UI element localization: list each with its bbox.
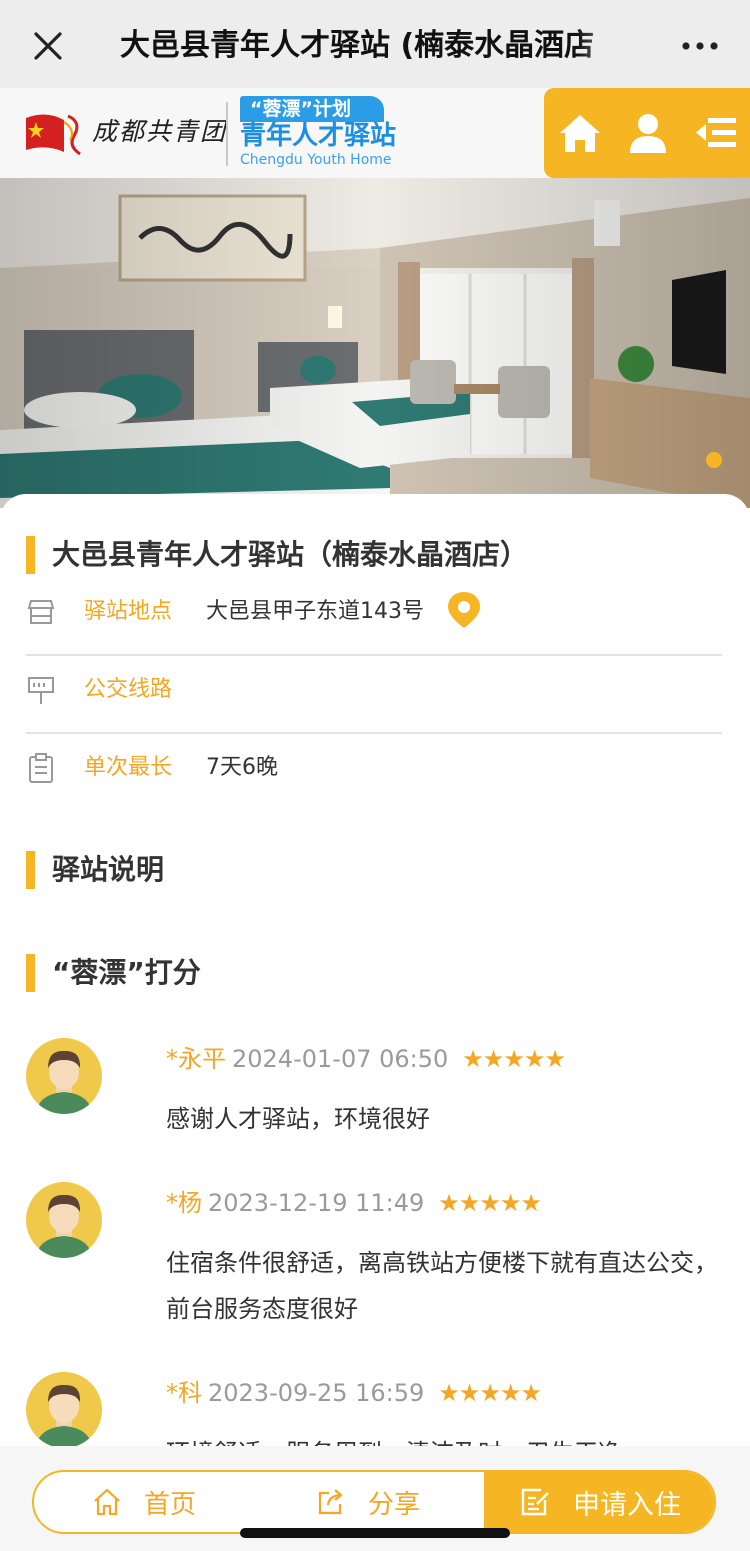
home-icon[interactable] xyxy=(558,112,602,154)
menu-icon[interactable] xyxy=(694,112,738,154)
home-outline-icon xyxy=(94,1488,120,1516)
star-rating: ★★★★★ xyxy=(438,1189,542,1217)
max-stay-row: 单次最长 7天6晚 xyxy=(26,734,722,812)
rating-title: “蓉漂”打分 xyxy=(52,956,201,989)
review-text: 住宿条件很舒适，离高铁站方便楼下就有直达公交，前台服务态度很好 xyxy=(166,1249,718,1323)
reviewer-name: *科 xyxy=(166,1379,202,1407)
apply-checkin-button[interactable]: 申请入住 xyxy=(484,1472,714,1532)
home-button[interactable]: 首页 xyxy=(92,1472,196,1532)
location-row: 驿站地点 大邑县甲子东道143号 xyxy=(26,578,722,656)
avatar xyxy=(26,1182,102,1258)
hotel-name: 大邑县青年人才驿站（楠泰水晶酒店） xyxy=(52,538,529,571)
review-time: 2023-12-19 11:49 xyxy=(208,1189,425,1217)
station-brand-english: Chengdu Youth Home xyxy=(240,152,392,168)
plan-badge: “蓉漂”计划 xyxy=(240,96,384,122)
review-header: *科 2023-09-25 16:59 ★★★★★ xyxy=(166,1376,542,1410)
bus-route-row[interactable]: 公交线路 xyxy=(26,656,722,734)
carousel-dot[interactable] xyxy=(706,452,722,468)
share-button[interactable]: 分享 xyxy=(316,1472,420,1532)
more-icon[interactable] xyxy=(680,30,720,62)
edit-form-icon xyxy=(521,1488,549,1516)
site-header: 成都共青团 “蓉漂”计划 青年人才驿站 Chengdu Youth Home xyxy=(0,88,750,178)
map-pin-icon[interactable] xyxy=(446,590,482,630)
reviewer-name: *杨 xyxy=(166,1189,202,1217)
bus-stop-icon xyxy=(28,677,54,704)
share-icon xyxy=(318,1489,343,1515)
star-rating: ★★★★★ xyxy=(462,1045,566,1073)
home-indicator xyxy=(240,1528,510,1538)
review-text: 感谢人才驿站，环境很好 xyxy=(166,1105,430,1133)
avatar xyxy=(26,1038,102,1114)
action-pill: 首页 分享 申请入住 xyxy=(32,1470,716,1534)
star-rating: ★★★★★ xyxy=(438,1379,542,1407)
user-icon[interactable] xyxy=(626,112,670,154)
close-icon[interactable] xyxy=(28,26,68,66)
review-header: *杨 2023-12-19 11:49 ★★★★★ xyxy=(166,1186,542,1220)
bus-route-label: 公交线路 xyxy=(84,677,173,702)
review-time: 2023-09-25 16:59 xyxy=(208,1379,425,1407)
review-time: 2024-01-07 06:50 xyxy=(232,1045,449,1073)
hotel-room-photo[interactable] xyxy=(0,178,750,508)
reviewer-name: *永平 xyxy=(166,1045,226,1073)
location-label: 驿站地点 xyxy=(84,599,173,624)
review-header: *永平 2024-01-07 06:50 ★★★★★ xyxy=(166,1042,566,1076)
store-icon xyxy=(27,600,55,624)
max-stay-label: 单次最长 xyxy=(84,755,173,780)
brand-text: 成都共青团 xyxy=(92,117,228,146)
hotel-detail-card: 大邑县青年人才驿站（楠泰水晶酒店） 驿站地点 大邑县甲子东道143号 公交线路 xyxy=(0,494,750,1467)
section-accent xyxy=(26,851,35,889)
max-stay-value: 7天6晚 xyxy=(206,755,278,780)
divider xyxy=(226,102,228,166)
description-title: 驿站说明 xyxy=(52,853,165,886)
share-button-label: 分享 xyxy=(368,1489,421,1520)
header-nav xyxy=(544,88,750,178)
clipboard-icon xyxy=(29,753,53,783)
home-button-label: 首页 xyxy=(144,1489,197,1520)
section-accent xyxy=(26,536,35,574)
window-title: 大邑县青年人才驿站 (楠泰水晶酒店 xyxy=(120,28,595,63)
avatar xyxy=(26,1372,102,1448)
youth-league-logo-icon xyxy=(26,114,81,156)
section-accent xyxy=(26,954,35,992)
location-value: 大邑县甲子东道143号 xyxy=(206,599,424,624)
apply-button-label: 申请入住 xyxy=(573,1489,681,1521)
title-bar: 大邑县青年人才驿站 (楠泰水晶酒店 xyxy=(0,0,750,92)
station-brand-name: 青年人才驿站 xyxy=(240,121,397,151)
